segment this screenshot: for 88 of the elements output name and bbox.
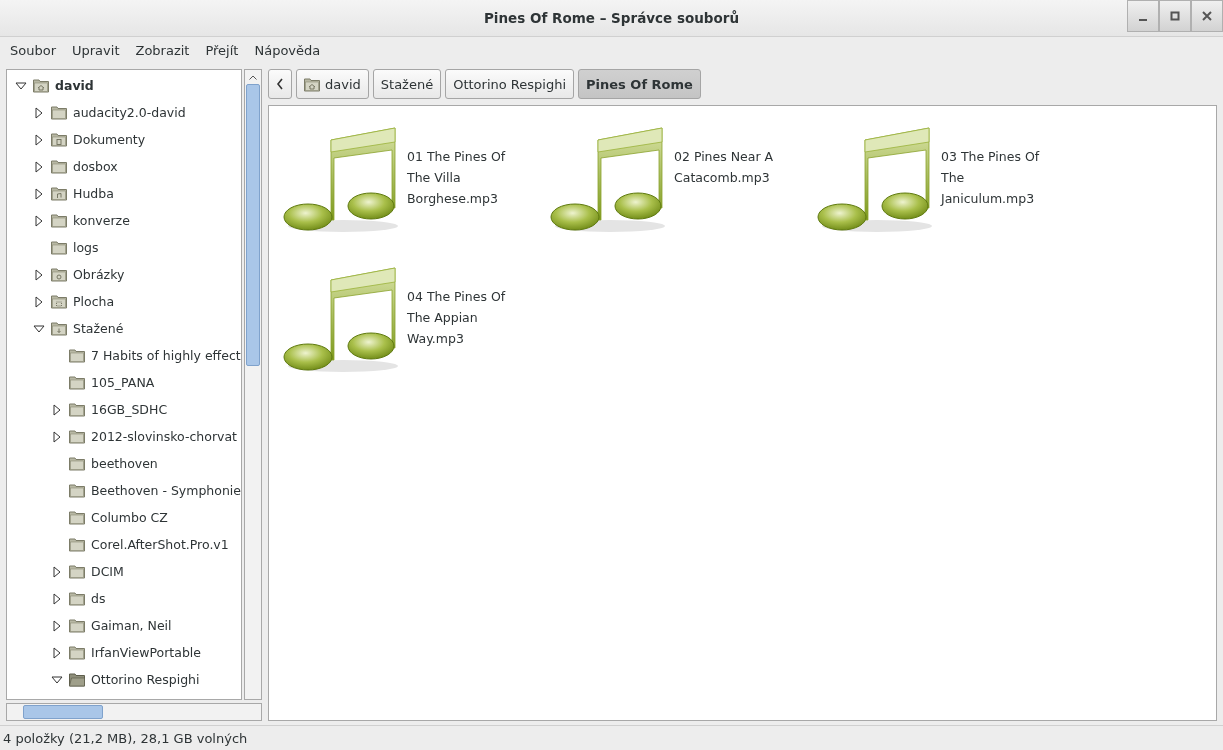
expander-icon[interactable] xyxy=(33,268,45,281)
tree-item[interactable]: Plocha xyxy=(73,294,115,309)
tree-item[interactable]: Obrázky xyxy=(73,267,125,282)
folder-icon xyxy=(51,267,67,282)
tree-item[interactable]: beethoven xyxy=(91,456,158,471)
tree-item[interactable]: Gaiman, Neil xyxy=(91,618,172,633)
tree-item[interactable]: Hudba xyxy=(73,186,114,201)
folder-icon xyxy=(69,564,85,579)
scroll-up-icon[interactable] xyxy=(249,75,257,80)
expander-icon[interactable] xyxy=(51,565,63,578)
folder-icon xyxy=(69,375,85,390)
folder-icon xyxy=(69,456,85,471)
expander-icon[interactable] xyxy=(51,619,63,632)
back-button[interactable] xyxy=(268,69,292,99)
file-name[interactable]: 04 The Pines Of The Appian Way.mp3 xyxy=(407,286,525,349)
tree-item[interactable]: IrfanViewPortable xyxy=(91,645,201,660)
expander-icon[interactable] xyxy=(33,187,45,200)
back-icon xyxy=(276,78,284,90)
status-text: 4 položky (21,2 MB), 28,1 GB volných xyxy=(3,730,248,746)
file-name[interactable]: 03 The Pines Of The Janiculum.mp3 xyxy=(941,146,1059,209)
folder-icon xyxy=(51,321,67,336)
expander-icon[interactable] xyxy=(33,214,45,227)
breadcrumb-button[interactable]: Pines Of Rome xyxy=(578,69,701,99)
menu-item[interactable]: Upravit xyxy=(64,42,128,58)
expander-icon[interactable] xyxy=(33,106,45,119)
folder-icon xyxy=(51,105,67,120)
tree-item[interactable]: DCIM xyxy=(91,564,124,579)
close-button[interactable] xyxy=(1191,0,1223,32)
vertical-scrollbar[interactable] xyxy=(244,69,262,700)
tree-item[interactable]: Dokumenty xyxy=(73,132,146,147)
tree-item[interactable]: Columbo CZ xyxy=(91,510,168,525)
tree-item[interactable]: Stažené xyxy=(73,321,124,336)
breadcrumb-button[interactable]: Ottorino Respighi xyxy=(445,69,574,99)
window-title: Pines Of Rome – Správce souborů xyxy=(483,10,740,26)
close-icon xyxy=(1202,11,1212,21)
minimize-icon xyxy=(1139,19,1147,21)
menu-item[interactable]: Přejít xyxy=(197,42,247,58)
folder-icon xyxy=(51,186,67,201)
tree-item[interactable]: audacity2.0-david xyxy=(73,105,186,120)
expander-icon[interactable] xyxy=(15,79,27,92)
folder-icon xyxy=(69,537,85,552)
breadcrumb-button[interactable]: Stažené xyxy=(372,69,442,99)
folder-icon xyxy=(33,78,49,93)
expander-icon[interactable] xyxy=(51,592,63,605)
folder-icon xyxy=(69,510,85,525)
tree-item[interactable]: ds xyxy=(91,591,106,606)
file-name[interactable]: 02 Pines Near A Catacomb.mp3 xyxy=(674,146,792,188)
tree-item[interactable]: Corel.AfterShot.Pro.v1 xyxy=(91,537,229,552)
breadcrumb-button[interactable]: david xyxy=(296,69,369,99)
tree-item[interactable]: logs xyxy=(73,240,99,255)
menu-item[interactable]: Zobrazit xyxy=(127,42,198,58)
expander-icon[interactable] xyxy=(51,646,63,659)
expander-icon[interactable] xyxy=(33,295,45,308)
folder-icon xyxy=(51,294,67,309)
folder-icon xyxy=(51,159,67,174)
folder-icon xyxy=(69,645,85,660)
horizontal-scrollbar[interactable] xyxy=(6,703,262,721)
expander-icon[interactable] xyxy=(33,160,45,173)
folder-icon xyxy=(69,348,85,363)
expander-icon[interactable] xyxy=(33,322,45,335)
maximize-icon xyxy=(1170,11,1180,21)
folder-icon xyxy=(304,76,320,92)
tree-item[interactable]: Beethoven - Symphonie xyxy=(91,483,241,498)
tree-item[interactable]: 16GB_SDHC xyxy=(91,402,168,417)
expander-icon[interactable] xyxy=(51,430,63,443)
maximize-button[interactable] xyxy=(1159,0,1191,32)
menu-item[interactable]: Soubor xyxy=(2,42,64,58)
tree-item[interactable]: konverze xyxy=(73,213,130,228)
folder-icon xyxy=(51,213,67,228)
file-name[interactable]: 01 The Pines Of The Villa Borghese.mp3 xyxy=(407,146,525,209)
folder-icon xyxy=(51,240,67,255)
menu-item[interactable]: Nápověda xyxy=(246,42,329,58)
folder-icon xyxy=(69,483,85,498)
tree-item[interactable]: dosbox xyxy=(73,159,118,174)
tree-item[interactable]: 105_PANA xyxy=(91,375,155,390)
tree-item[interactable]: david xyxy=(55,78,94,93)
tree-item[interactable]: Ottorino Respighi xyxy=(91,672,200,687)
expander-icon[interactable] xyxy=(51,403,63,416)
tree-item[interactable]: 2012-slovinsko-chorvat xyxy=(91,429,237,444)
folder-icon xyxy=(69,672,85,687)
folder-icon xyxy=(69,618,85,633)
tree-item[interactable]: 7 Habits of highly effect xyxy=(91,348,241,363)
folder-icon xyxy=(69,429,85,444)
folder-icon xyxy=(69,591,85,606)
expander-icon[interactable] xyxy=(51,673,63,686)
folder-icon xyxy=(51,132,67,147)
folder-icon xyxy=(69,402,85,417)
expander-icon[interactable] xyxy=(33,133,45,146)
